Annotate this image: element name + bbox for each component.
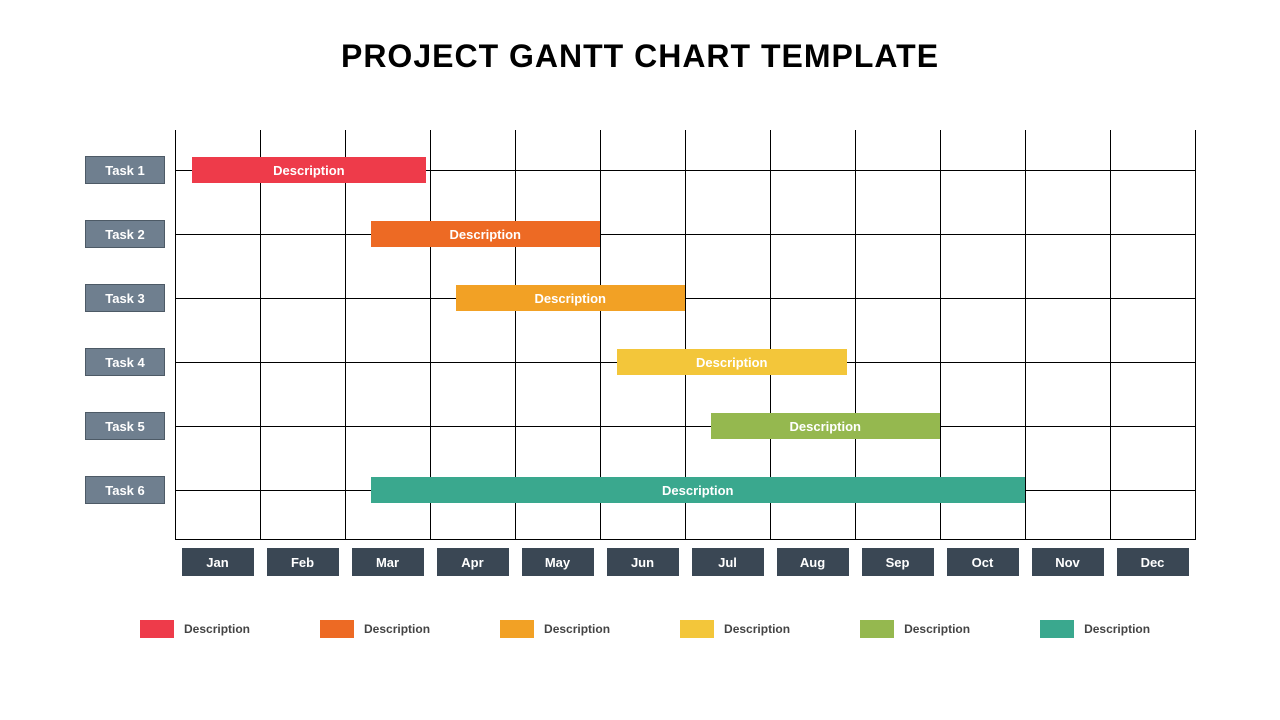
legend-item: Description: [1040, 620, 1150, 638]
task-bar: Description: [456, 285, 686, 311]
task-label: Task 4: [85, 348, 165, 376]
month-box: May: [522, 548, 594, 576]
grid-hline: [175, 234, 1195, 235]
legend-label: Description: [184, 622, 250, 636]
task-bar: Description: [371, 477, 1026, 503]
legend-label: Description: [544, 622, 610, 636]
grid-vline: [260, 130, 261, 540]
month-box: Mar: [352, 548, 424, 576]
month-box: Nov: [1032, 548, 1104, 576]
grid-hline: [175, 426, 1195, 427]
legend: Description Description Description Descrip…: [140, 620, 1150, 638]
grid-vline: [1025, 130, 1026, 540]
task-label: Task 1: [85, 156, 165, 184]
legend-swatch: [320, 620, 354, 638]
month-box: Jun: [607, 548, 679, 576]
month-box: Jul: [692, 548, 764, 576]
grid-hline: [175, 298, 1195, 299]
task-bar: Description: [711, 413, 941, 439]
month-box: Jan: [182, 548, 254, 576]
legend-label: Description: [364, 622, 430, 636]
legend-swatch: [140, 620, 174, 638]
month-box: Aug: [777, 548, 849, 576]
legend-item: Description: [140, 620, 250, 638]
legend-swatch: [860, 620, 894, 638]
task-bar: Description: [192, 157, 426, 183]
task-label: Task 5: [85, 412, 165, 440]
page-title: PROJECT GANTT CHART TEMPLATE: [0, 38, 1280, 75]
legend-label: Description: [724, 622, 790, 636]
month-box: Apr: [437, 548, 509, 576]
month-axis: Jan Feb Mar Apr May Jun Jul Aug Sep Oct Nov Dec: [175, 548, 1195, 576]
month-box: Sep: [862, 548, 934, 576]
month-box: Feb: [267, 548, 339, 576]
task-label: Task 6: [85, 476, 165, 504]
task-bar: Description: [617, 349, 847, 375]
month-box: Oct: [947, 548, 1019, 576]
task-label: Task 3: [85, 284, 165, 312]
legend-item: Description: [320, 620, 430, 638]
legend-item: Description: [500, 620, 610, 638]
legend-item: Description: [680, 620, 790, 638]
grid-baseline: [175, 539, 1195, 540]
legend-label: Description: [1084, 622, 1150, 636]
legend-label: Description: [904, 622, 970, 636]
grid-vline: [1110, 130, 1111, 540]
grid-vline: [345, 130, 346, 540]
grid-vline: [1195, 130, 1196, 540]
month-box: Dec: [1117, 548, 1189, 576]
grid-vline: [175, 130, 176, 540]
legend-item: Description: [860, 620, 970, 638]
task-bar: Description: [371, 221, 601, 247]
legend-swatch: [680, 620, 714, 638]
legend-swatch: [1040, 620, 1074, 638]
legend-swatch: [500, 620, 534, 638]
task-label: Task 2: [85, 220, 165, 248]
